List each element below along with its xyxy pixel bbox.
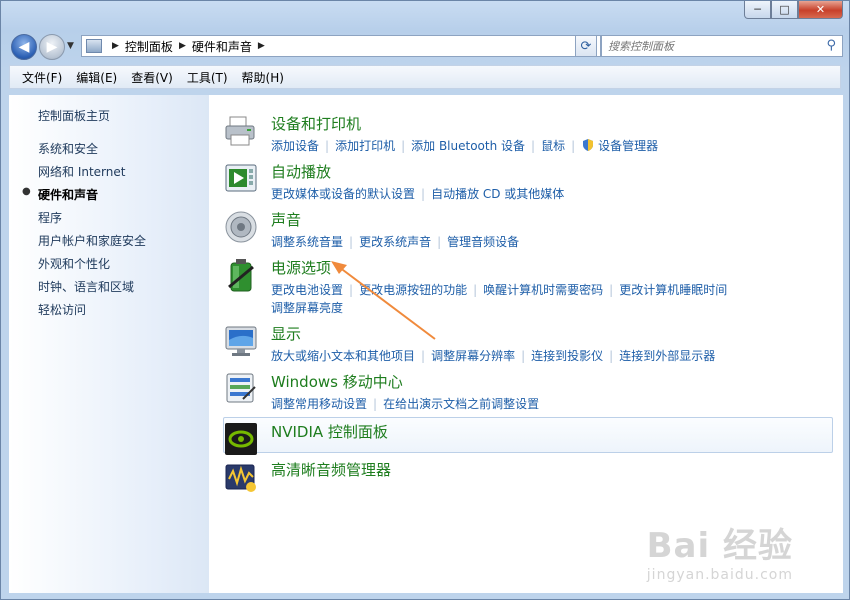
minimize-button[interactable]: ─: [744, 1, 771, 19]
watermark: Bai 经验 jingyan.baidu.com: [647, 518, 793, 583]
menu-view[interactable]: 查看(V): [131, 69, 173, 86]
address-bar[interactable]: ▶ 控制面板 ▶ 硬件和声音 ▶ ▼: [81, 35, 601, 57]
menu-file[interactable]: 文件(F): [22, 69, 62, 86]
control-panel-icon: [86, 39, 102, 53]
menu-edit[interactable]: 编辑(E): [76, 69, 117, 86]
sidebar-item-system-security[interactable]: 系统和安全: [38, 140, 98, 157]
forward-button[interactable]: ▶: [39, 34, 65, 60]
recent-pages-dropdown[interactable]: ▼: [67, 41, 74, 51]
breadcrumb-control-panel[interactable]: 控制面板: [125, 38, 173, 55]
sidebar-item-hardware-sound[interactable]: 硬件和声音: [38, 186, 98, 203]
maximize-button[interactable]: □: [771, 1, 798, 19]
menu-bar: 文件(F) 编辑(E) 查看(V) 工具(T) 帮助(H): [9, 65, 841, 89]
chevron-right-icon[interactable]: ▶: [112, 41, 119, 51]
navigation-row: ◀ ▶ ▼ ▶ 控制面板 ▶ 硬件和声音 ▶ ▼ ⟳ ⚲: [9, 33, 843, 61]
sidebar: 控制面板主页 系统和安全 网络和 Internet ● 硬件和声音 程序 用户帐…: [9, 95, 209, 593]
close-button[interactable]: ✕: [798, 1, 843, 19]
sidebar-item-appearance[interactable]: 外观和个性化: [38, 255, 110, 272]
main-content: 设备和打印机 添加设备 | 添加打印机 | 添加 Bluetooth 设备 | 鼠标 | 设备管…: [209, 95, 843, 593]
sidebar-item-ease-of-access[interactable]: 轻松访问: [38, 301, 86, 318]
search-input[interactable]: [602, 38, 810, 54]
search-icon[interactable]: ⚲: [826, 38, 836, 53]
chevron-right-icon[interactable]: ▶: [179, 41, 186, 51]
chevron-right-icon[interactable]: ▶: [258, 41, 265, 51]
back-button[interactable]: ◀: [11, 34, 37, 60]
menu-tools[interactable]: 工具(T): [187, 69, 228, 86]
active-bullet-icon: ●: [22, 186, 31, 197]
sidebar-item-programs[interactable]: 程序: [38, 209, 62, 226]
sidebar-home-link[interactable]: 控制面板主页: [38, 107, 110, 124]
sidebar-item-user-accounts[interactable]: 用户帐户和家庭安全: [38, 232, 146, 249]
watermark-logo: Bai 经验: [646, 526, 793, 566]
window-frame: ─ □ ✕ ◀ ▶ ▼ ▶ 控制面板 ▶ 硬件和声音 ▶ ▼ ⟳ ⚲ 文件(F)…: [0, 0, 850, 600]
breadcrumb-hardware-sound[interactable]: 硬件和声音: [192, 38, 252, 55]
watermark-url: jingyan.baidu.com: [646, 567, 793, 583]
sidebar-item-network[interactable]: 网络和 Internet: [38, 163, 125, 180]
sidebar-item-clock-region[interactable]: 时钟、语言和区域: [38, 278, 134, 295]
window-caption-buttons: ─ □ ✕: [744, 1, 843, 20]
refresh-button[interactable]: ⟳: [575, 35, 597, 57]
menu-help[interactable]: 帮助(H): [242, 69, 284, 86]
search-box[interactable]: ⚲: [601, 35, 843, 57]
